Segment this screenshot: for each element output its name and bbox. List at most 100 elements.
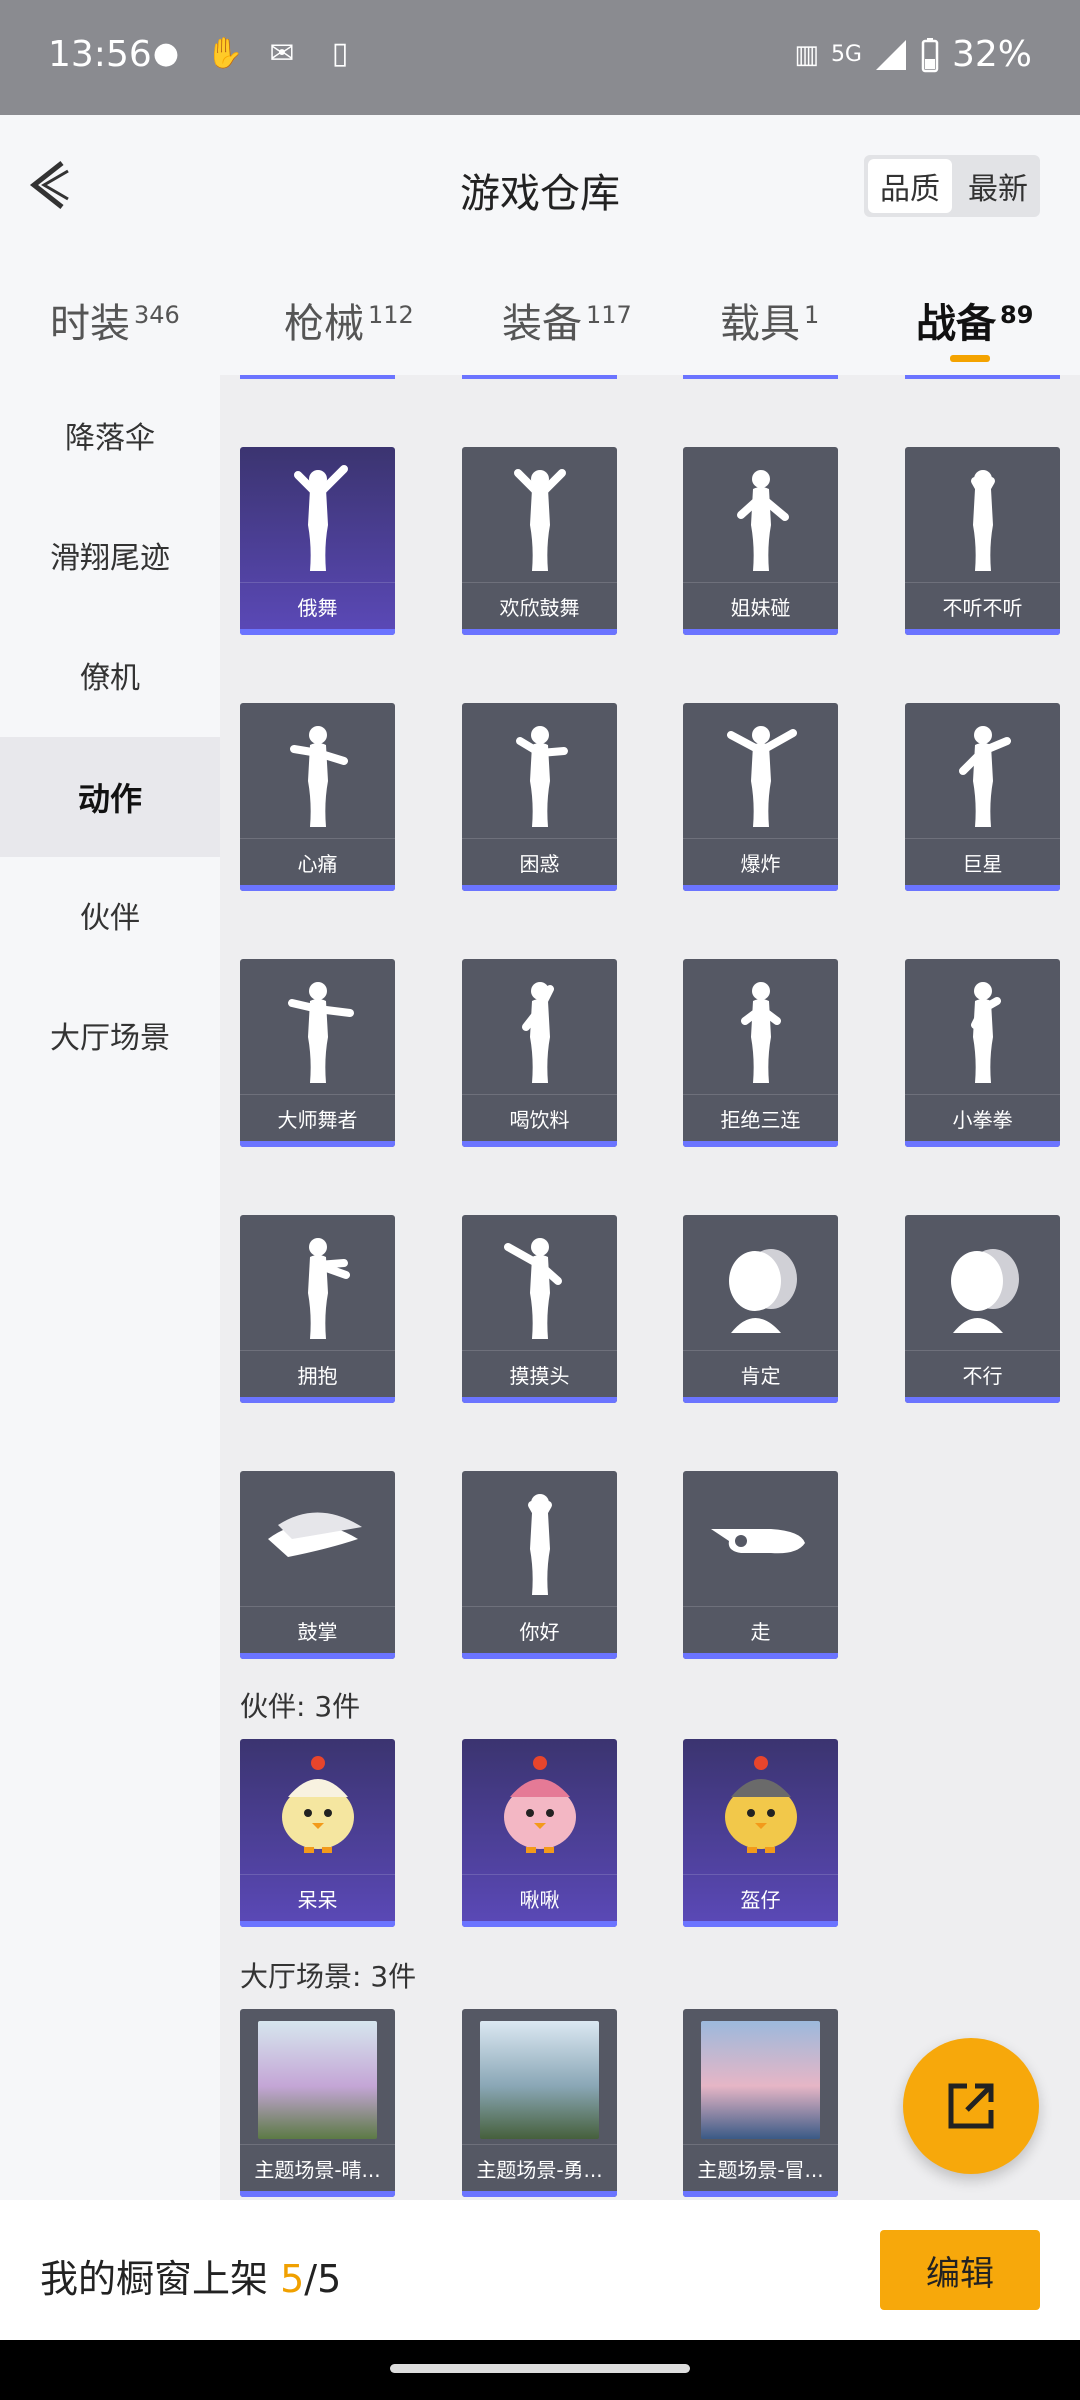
sim-icon: ▥	[794, 39, 819, 70]
partner-card[interactable]: 呆呆	[240, 1739, 395, 1927]
action-card[interactable]: 喝饮料	[462, 959, 617, 1147]
action-card[interactable]: 你好	[462, 1471, 617, 1659]
pat-head-figure-icon	[462, 1215, 617, 1351]
action-card[interactable]: 走	[683, 1471, 838, 1659]
tab-label: 战备	[916, 301, 996, 347]
rarity-bar	[462, 1921, 617, 1927]
action-card[interactable]: 肯定	[683, 1215, 838, 1403]
card-label: 拒绝三连	[683, 1094, 838, 1141]
signal-icon	[875, 39, 906, 70]
card-label: 心痛	[240, 838, 395, 885]
sidebar-item-lobby-scene[interactable]: 大厅场景	[0, 975, 220, 1095]
action-card[interactable]: 欢欣鼓舞	[462, 447, 617, 635]
tab-count: 1	[804, 300, 820, 329]
card-label: 大师舞者	[240, 1094, 395, 1141]
category-tabs: 时装 346 枪械 112 装备 117 载具 1 战备 89	[0, 255, 1080, 375]
phone-sync-icon: ▯	[331, 36, 349, 71]
status-bar: 13:56 ● ✋ ✉ ▯ ▥ 5G 32%	[0, 0, 1080, 115]
scene-sea-thumb	[701, 2021, 820, 2139]
partner-card[interactable]: 啾啾	[462, 1739, 617, 1927]
sidebar-item-wingman[interactable]: 僚机	[0, 615, 220, 735]
tab-fashion[interactable]: 时装 346	[50, 291, 180, 349]
action-card[interactable]: 拒绝三连	[683, 959, 838, 1147]
wechat-icon: ●	[152, 36, 180, 71]
sidebar-item-partner[interactable]: 伙伴	[0, 855, 220, 975]
tab-count: 112	[368, 300, 414, 329]
status-notification-icons: ● ✋ ✉ ▯	[148, 36, 358, 72]
sidebar-item-glide-trail[interactable]: 滑翔尾迹	[0, 495, 220, 615]
showcase-status: 我的橱窗上架 5/5	[40, 2248, 341, 2303]
scene-card[interactable]: 主题场景-冒...	[683, 2009, 838, 2197]
card-label: 主题场景-勇...	[462, 2144, 617, 2191]
chick-pet-icon	[240, 1739, 395, 1875]
battery-icon	[921, 37, 939, 72]
showcase-current: 5	[280, 2257, 305, 2301]
card-label: 鼓掌	[240, 1606, 395, 1653]
point-hand-icon	[683, 1471, 838, 1607]
edit-button[interactable]: 编辑	[880, 2230, 1040, 2310]
card-label: 巨星	[905, 838, 1060, 885]
card-label: 爆炸	[683, 838, 838, 885]
scene-card[interactable]: 主题场景-勇...	[462, 2009, 617, 2197]
scene-card[interactable]: 主题场景-晴...	[240, 2009, 395, 2197]
hug-figure-icon	[240, 1215, 395, 1351]
nod-head-icon	[683, 1215, 838, 1351]
rarity-bar	[683, 1653, 838, 1659]
active-tab-underline	[950, 355, 990, 362]
action-card[interactable]: 摸摸头	[462, 1215, 617, 1403]
sidebar-item-parachute[interactable]: 降落伞	[0, 375, 220, 495]
battery-percent: 32%	[951, 34, 1032, 75]
sidebar-item-actions[interactable]: 动作	[0, 737, 220, 857]
master-dancer-figure-icon	[240, 959, 395, 1095]
action-card[interactable]: 小拳拳	[905, 959, 1060, 1147]
scene-meadow-thumb	[258, 2021, 377, 2139]
bump-figure-icon	[683, 447, 838, 583]
action-card[interactable]: 拥抱	[240, 1215, 395, 1403]
action-card[interactable]: 心痛	[240, 703, 395, 891]
rarity-bar	[905, 1141, 1060, 1147]
sort-quality-button[interactable]: 品质	[868, 159, 952, 213]
cover-ears-figure-icon	[905, 447, 1060, 583]
action-card[interactable]: 巨星	[905, 703, 1060, 891]
action-card[interactable]: 鼓掌	[240, 1471, 395, 1659]
clap-hands-icon	[240, 1471, 395, 1607]
prev-row-card-edge	[905, 375, 1060, 379]
home-indicator[interactable]	[390, 2364, 690, 2373]
showcase-total: /5	[304, 2257, 342, 2301]
drink-figure-icon	[462, 959, 617, 1095]
mail-icon: ✉	[269, 36, 295, 71]
action-card[interactable]: 爆炸	[683, 703, 838, 891]
share-fab-button[interactable]	[903, 2038, 1039, 2174]
action-card[interactable]: 不听不听	[905, 447, 1060, 635]
rarity-bar	[462, 1653, 617, 1659]
partner-card[interactable]: 盔仔	[683, 1739, 838, 1927]
tab-vehicles[interactable]: 载具 1	[720, 291, 819, 349]
card-label: 走	[683, 1606, 838, 1653]
action-card[interactable]: 俄舞	[240, 447, 395, 635]
card-label: 姐妹碰	[683, 582, 838, 629]
scene-mountain-thumb	[480, 2021, 599, 2139]
sort-latest-button[interactable]: 最新	[956, 155, 1040, 217]
tab-count: 117	[586, 300, 632, 329]
tab-tactical[interactable]: 战备 89	[916, 291, 1033, 362]
card-label: 呆呆	[240, 1874, 395, 1921]
card-label: 盔仔	[683, 1874, 838, 1921]
action-card[interactable]: 大师舞者	[240, 959, 395, 1147]
card-label: 拥抱	[240, 1350, 395, 1397]
action-card[interactable]: 姐妹碰	[683, 447, 838, 635]
card-label: 小拳拳	[905, 1094, 1060, 1141]
rarity-bar	[683, 629, 838, 635]
header: 游戏仓库 品质 最新	[0, 115, 1080, 255]
bottom-bar: 我的橱窗上架 5/5 编辑	[0, 2200, 1080, 2340]
tab-equipment[interactable]: 装备 117	[502, 291, 632, 349]
rarity-bar	[905, 1397, 1060, 1403]
punch-figure-icon	[905, 959, 1060, 1095]
card-label: 肯定	[683, 1350, 838, 1397]
tab-guns[interactable]: 枪械 112	[284, 291, 414, 349]
action-card[interactable]: 困惑	[462, 703, 617, 891]
superstar-figure-icon	[905, 703, 1060, 839]
helmet-chick-pet-icon	[683, 1739, 838, 1875]
action-card[interactable]: 不行	[905, 1215, 1060, 1403]
rarity-bar	[683, 1397, 838, 1403]
card-label: 不听不听	[905, 582, 1060, 629]
